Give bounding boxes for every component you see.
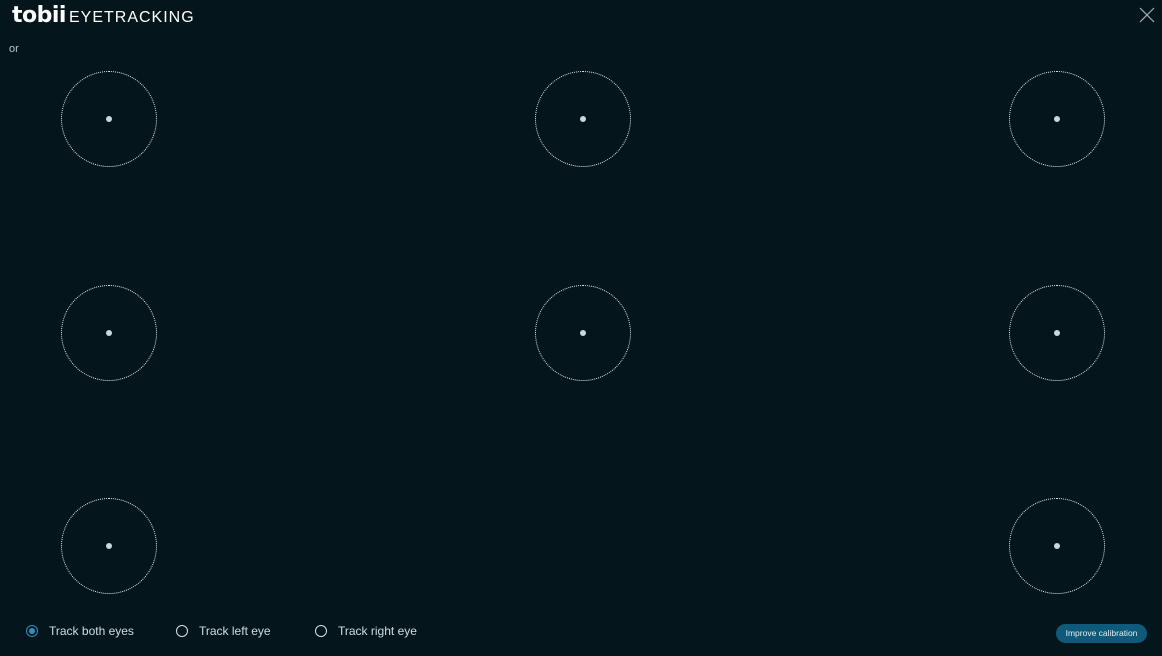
- close-icon: [1139, 7, 1155, 23]
- target-dot: [1054, 543, 1060, 549]
- target-dot: [106, 116, 112, 122]
- logo-product: EYETRACKING: [68, 9, 195, 26]
- calibration-target-middle-right: [1009, 285, 1105, 381]
- target-dot: [106, 330, 112, 336]
- or-label: or: [9, 43, 19, 55]
- track-left-eye-option[interactable]: Track left eye: [176, 624, 315, 638]
- calibration-target-top-center: [535, 71, 631, 167]
- improve-calibration-button[interactable]: Improve calibration: [1056, 624, 1147, 643]
- target-dot: [1054, 116, 1060, 122]
- calibration-target-bottom-left: [61, 498, 157, 594]
- calibration-target-middle-left: [61, 285, 157, 381]
- calibration-target-top-right: [1009, 71, 1105, 167]
- target-dot: [580, 330, 586, 336]
- target-dot: [580, 116, 586, 122]
- track-both-eyes-option[interactable]: Track both eyes: [26, 624, 176, 638]
- calibration-target-top-left: [61, 71, 157, 167]
- radio-checked-icon[interactable]: [26, 625, 38, 637]
- calibration-target-bottom-right: [1009, 498, 1105, 594]
- track-right-eye-label: Track right eye: [338, 624, 417, 638]
- radio-unchecked-icon[interactable]: [315, 625, 327, 637]
- track-left-eye-label: Track left eye: [199, 624, 271, 638]
- calibration-target-middle-center: [535, 285, 631, 381]
- track-right-eye-option[interactable]: Track right eye: [315, 624, 435, 638]
- close-button[interactable]: [1138, 6, 1156, 24]
- target-dot: [1054, 330, 1060, 336]
- track-eye-radio-group: Track both eyes Track left eye Track rig…: [26, 624, 435, 638]
- radio-unchecked-icon[interactable]: [176, 625, 188, 637]
- track-both-eyes-label: Track both eyes: [49, 624, 134, 638]
- tobii-logo: tobii EYETRACKING: [12, 3, 195, 28]
- target-dot: [106, 543, 112, 549]
- logo-brand: tobii: [12, 3, 66, 28]
- calibration-screen: tobii EYETRACKING or Track both eyes Tra…: [0, 0, 1162, 656]
